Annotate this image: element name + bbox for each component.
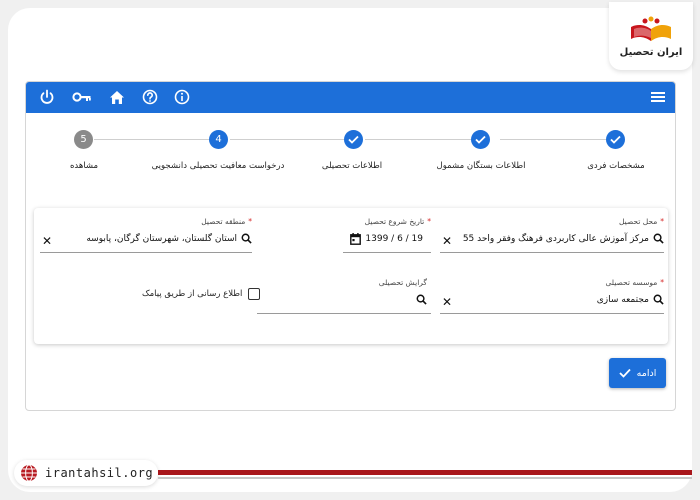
education-form-card: محل تحصیل * مرکز آموزش عالی کاربردی فرهنگ… bbox=[34, 208, 668, 344]
continue-button[interactable]: ادامه bbox=[609, 358, 666, 388]
step-2-check-icon[interactable] bbox=[471, 130, 490, 149]
institution-field[interactable]: موسسه تحصیلی * مجتمعه سازی ✕ bbox=[440, 278, 664, 314]
study-region-field[interactable]: منطقه تحصیل * استان گلستان، شهرستان گرگان… bbox=[40, 217, 252, 253]
power-icon[interactable] bbox=[37, 87, 57, 107]
progress-stepper: مشخصات فردی اطلاعات بستگان مشمول اطلاعات… bbox=[26, 127, 675, 177]
sms-notify-checkbox[interactable] bbox=[248, 288, 260, 300]
required-mark: * bbox=[248, 217, 252, 226]
key-icon[interactable] bbox=[71, 87, 93, 107]
start-date-value: 1399 / 6 / 19 bbox=[365, 234, 423, 244]
globe-icon bbox=[21, 464, 37, 482]
start-date-field[interactable]: تاریخ شروع تحصیل * 1399 / 6 / 19 bbox=[343, 217, 431, 253]
brand-logo[interactable]: ایران تحصیل bbox=[609, 2, 693, 70]
institution-label: موسسه تحصیلی bbox=[605, 278, 658, 287]
brand-logo-text: ایران تحصیل bbox=[619, 46, 683, 58]
study-place-label: محل تحصیل bbox=[618, 217, 658, 226]
continue-label: ادامه bbox=[636, 367, 657, 379]
footer-gray-stripe bbox=[158, 477, 692, 479]
step-connector bbox=[94, 139, 209, 140]
help-icon[interactable] bbox=[140, 87, 160, 107]
study-region-value: استان گلستان، شهرستان گرگان، پابوسه bbox=[86, 233, 237, 244]
step-3-label: اطلاعات تحصیلی bbox=[321, 161, 383, 171]
check-icon bbox=[619, 368, 631, 378]
clear-icon[interactable]: ✕ bbox=[442, 235, 452, 247]
step-connector bbox=[230, 139, 344, 140]
search-icon[interactable] bbox=[653, 233, 664, 244]
step-4-number[interactable]: 4 bbox=[209, 130, 228, 149]
calendar-icon[interactable] bbox=[350, 233, 362, 245]
sms-notify-label: اطلاع رسانی از طریق پیامک bbox=[142, 289, 243, 299]
app-window: مشخصات فردی اطلاعات بستگان مشمول اطلاعات… bbox=[25, 81, 676, 411]
clear-icon[interactable]: ✕ bbox=[442, 296, 452, 308]
step-2-label: اطلاعات بستگان مشمول bbox=[436, 161, 526, 171]
required-mark: * bbox=[427, 217, 431, 226]
institution-value: مجتمعه سازی bbox=[596, 294, 649, 305]
step-3-check-icon[interactable] bbox=[344, 130, 363, 149]
sms-notify-option[interactable]: اطلاع رسانی از طریق پیامک bbox=[142, 285, 260, 303]
step-connector bbox=[365, 139, 479, 140]
website-url: irantahsil.org bbox=[45, 466, 154, 480]
search-icon[interactable] bbox=[653, 294, 664, 305]
step-1-label: مشخصات فردی bbox=[587, 161, 645, 171]
step-5-number[interactable]: 5 bbox=[74, 130, 93, 149]
start-date-label: تاریخ شروع تحصیل bbox=[364, 217, 425, 226]
step-1-check-icon[interactable] bbox=[606, 130, 625, 149]
step-5-label: مشاهده bbox=[69, 161, 99, 171]
step-4-label: درخواست معافیت تحصیلی دانشجویی bbox=[151, 161, 285, 171]
study-region-label: منطقه تحصیل bbox=[201, 217, 246, 226]
search-icon[interactable] bbox=[416, 294, 427, 305]
study-place-field[interactable]: محل تحصیل * مرکز آموزش عالی کاربردی فرهنگ… bbox=[440, 217, 664, 253]
major-branch-label: گرایش تحصیلی bbox=[378, 278, 427, 287]
home-icon[interactable] bbox=[107, 87, 127, 107]
website-badge[interactable]: irantahsil.org bbox=[14, 460, 158, 486]
info-icon[interactable] bbox=[172, 87, 192, 107]
major-branch-field[interactable]: گرایش تحصیلی bbox=[257, 278, 431, 314]
required-mark: * bbox=[660, 278, 664, 287]
footer-red-stripe bbox=[158, 470, 692, 475]
search-icon[interactable] bbox=[241, 233, 252, 244]
study-place-value: مرکز آموزش عالی کاربردی فرهنگ وفقر واحد … bbox=[462, 233, 649, 244]
step-connector bbox=[500, 139, 607, 140]
clear-icon[interactable]: ✕ bbox=[42, 235, 52, 247]
top-toolbar bbox=[26, 82, 675, 113]
menu-icon[interactable] bbox=[648, 87, 668, 107]
book-logo-icon bbox=[631, 16, 671, 41]
required-mark: * bbox=[660, 217, 664, 226]
